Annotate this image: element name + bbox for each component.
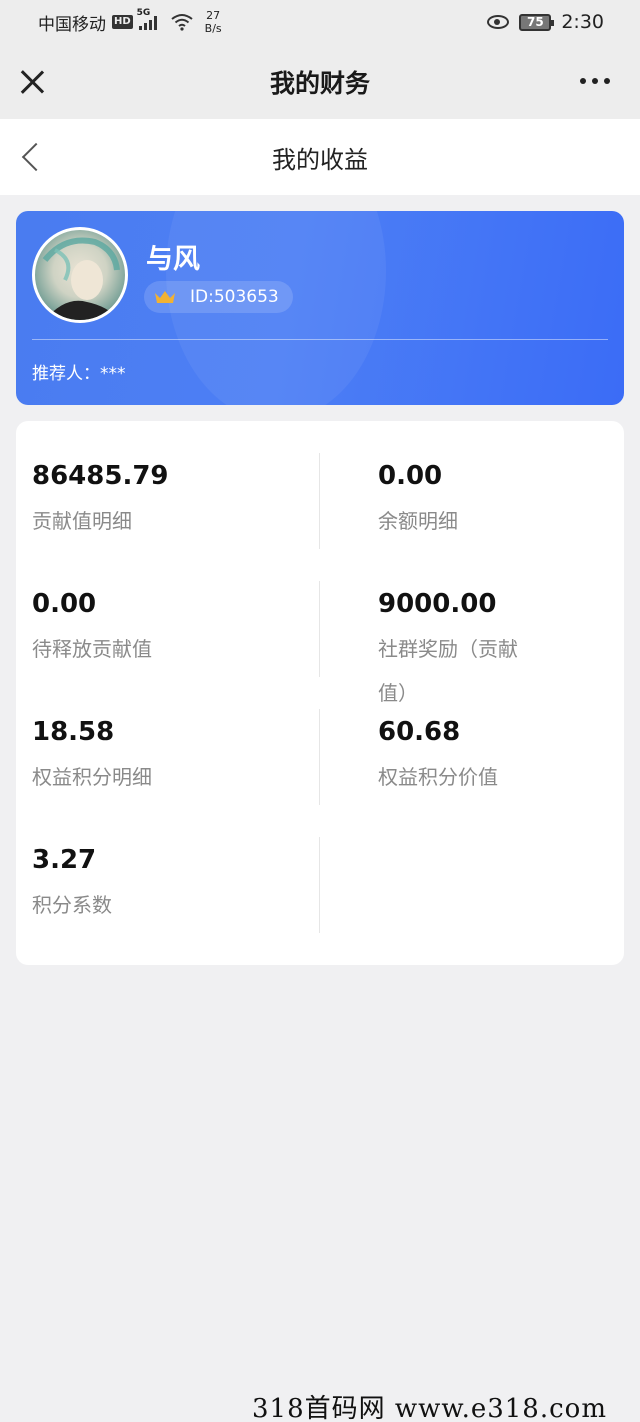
stat-value: 9000.00: [378, 589, 497, 619]
stat-equity-value[interactable]: 60.68 权益积分价值: [378, 715, 608, 799]
carrier-name: 中国移动: [38, 14, 106, 35]
stat-divider: [319, 581, 320, 677]
stat-pending-contribution[interactable]: 0.00 待释放贡献值: [32, 587, 262, 671]
stat-label: 权益积分明细: [32, 765, 152, 789]
network-speed: 27 B/s: [205, 9, 222, 35]
stat-label: 积分系数: [32, 893, 112, 917]
battery-icon: 75: [519, 13, 555, 31]
stat-label: 贡献值明细: [32, 509, 132, 533]
more-icon[interactable]: [580, 78, 610, 84]
stat-value: 86485.79: [32, 461, 169, 491]
signal-icon: 5G: [137, 8, 157, 30]
close-icon[interactable]: [18, 68, 46, 96]
stat-label: 余额明细: [378, 509, 458, 533]
stats-card: 86485.79 贡献值明细 0.00 余额明细 0.00 待释放贡献值 900…: [16, 421, 624, 965]
stat-value: 60.68: [378, 717, 461, 747]
stat-label: 社群奖励（贡献 值）: [378, 627, 608, 715]
stat-label: 权益积分价值: [378, 765, 498, 789]
stat-divider: [319, 453, 320, 549]
page-header: 我的收益: [0, 119, 640, 195]
watermark: 318首码网 www.e318.com: [252, 1394, 607, 1422]
status-bar: 中国移动 HD 5G 27 B/s 75 2:30: [0, 0, 640, 44]
stat-label-line1: 社群奖励（贡献: [378, 637, 518, 661]
nav-title: 我的财务: [269, 68, 370, 98]
id-badge: ID:503653: [144, 281, 293, 313]
stat-value: 0.00: [32, 589, 97, 619]
page-title: 我的收益: [272, 145, 368, 174]
stat-divider: [319, 837, 320, 933]
stat-value: 0.00: [378, 461, 443, 491]
wifi-icon: [171, 14, 193, 31]
status-left: 中国移动 HD 5G 27 B/s: [38, 8, 222, 35]
speed-value: 27: [206, 9, 221, 22]
stat-balance[interactable]: 0.00 余额明细: [378, 459, 608, 543]
stat-value: 3.27: [32, 845, 97, 875]
clock: 2:30: [561, 11, 604, 33]
stat-community-reward[interactable]: 9000.00 社群奖励（贡献 值）: [378, 587, 608, 715]
stat-contribution[interactable]: 86485.79 贡献值明细: [32, 459, 262, 543]
speed-unit: B/s: [204, 22, 222, 35]
profile-card: 与风 ID:503653 推荐人：***: [16, 211, 624, 405]
app-nav-bar: 我的财务: [0, 44, 640, 119]
user-name: 与风: [146, 244, 200, 275]
stat-points-coefficient[interactable]: 3.27 积分系数: [32, 843, 262, 927]
referrer-text: 推荐人：***: [32, 364, 126, 384]
eye-icon: [487, 15, 510, 29]
back-icon[interactable]: [21, 142, 51, 172]
stat-equity-points[interactable]: 18.58 权益积分明细: [32, 715, 262, 799]
stat-label: 待释放贡献值: [32, 637, 152, 661]
user-id: ID:503653: [190, 287, 279, 307]
crown-icon: [155, 291, 175, 303]
stat-label-line2: 值）: [378, 681, 418, 705]
card-divider: [32, 339, 608, 340]
signal-label: 5G: [136, 8, 151, 18]
stat-value: 18.58: [32, 717, 115, 747]
avatar[interactable]: [32, 227, 128, 323]
status-right: 75 2:30: [487, 11, 604, 33]
hd-icon: HD: [112, 15, 133, 29]
avatar-illustration: [42, 237, 120, 320]
stat-divider: [319, 709, 320, 805]
